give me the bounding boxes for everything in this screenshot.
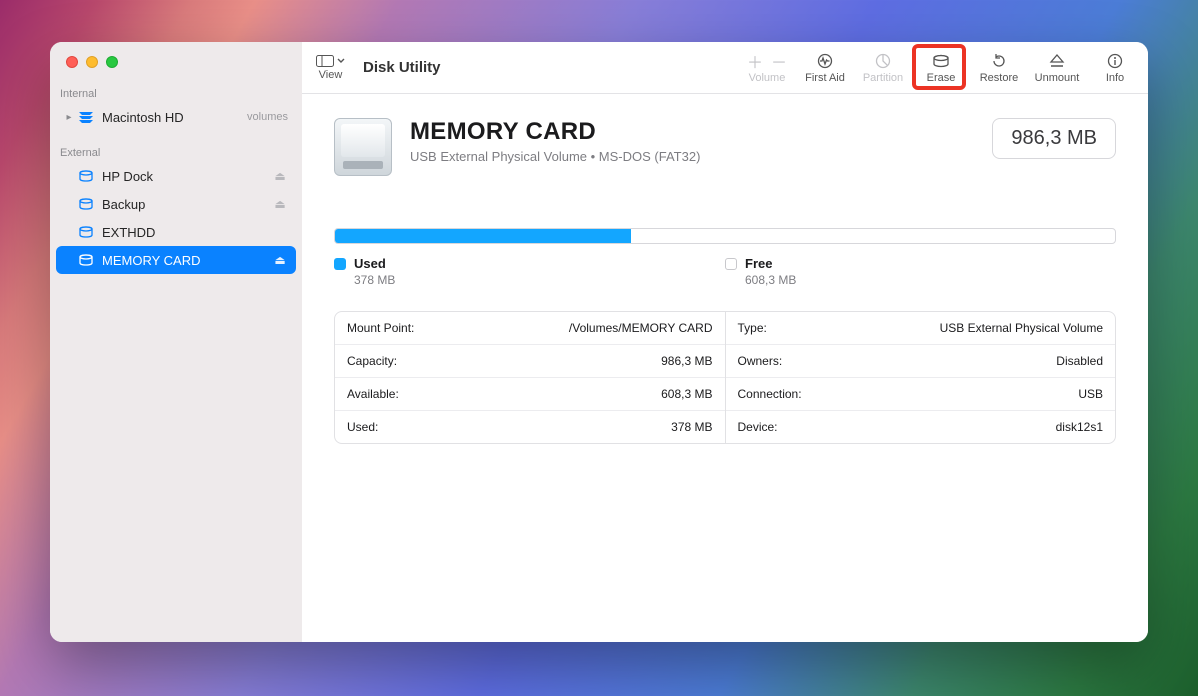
toolbar: View Disk Utility ＋ － Volume First Aid — [302, 42, 1148, 94]
sidebar-item-hp-dock[interactable]: HP Dock⏏ — [56, 162, 296, 190]
content-area: MEMORY CARD USB External Physical Volume… — [302, 94, 1148, 642]
disclosure-triangle-icon[interactable]: ▸ — [62, 112, 76, 123]
external-disk-icon — [76, 168, 96, 184]
volume-stack-icon — [76, 109, 96, 125]
detail-row: Connection:USB — [726, 377, 1116, 410]
view-menu-button[interactable]: View — [316, 55, 345, 81]
sidebar-section-internal: Internal — [50, 82, 302, 103]
detail-row: Available:608,3 MB — [335, 377, 725, 410]
restore-icon — [991, 52, 1007, 70]
legend-used: Used 378 MB — [334, 256, 725, 287]
external-disk-icon — [76, 252, 96, 268]
free-swatch-icon — [725, 258, 737, 270]
unmount-button[interactable]: Unmount — [1034, 50, 1080, 86]
usage-bar-used — [335, 229, 631, 243]
volume-add-remove-button: ＋ － Volume — [744, 50, 790, 86]
detail-row: Used:378 MB — [335, 410, 725, 443]
eject-icon[interactable]: ⏏ — [272, 169, 288, 183]
details-table: Mount Point:/Volumes/MEMORY CARDCapacity… — [334, 311, 1116, 444]
plus-icon: ＋ — [747, 49, 763, 73]
detail-row: Capacity:986,3 MB — [335, 344, 725, 377]
detail-row: Type:USB External Physical Volume — [726, 312, 1116, 344]
minimize-window-button[interactable] — [86, 56, 98, 68]
partition-icon — [875, 52, 891, 70]
info-button[interactable]: Info — [1092, 50, 1138, 86]
disk-utility-window: Internal ▸ Macintosh HD volumes External… — [50, 42, 1148, 642]
sidebar-section-external: External — [50, 141, 302, 162]
sidebar: Internal ▸ Macintosh HD volumes External… — [50, 42, 302, 642]
external-disk-icon — [76, 224, 96, 240]
sidebar-item-label: Macintosh HD — [102, 110, 241, 125]
first-aid-icon — [816, 52, 834, 70]
volume-total-size: 986,3 MB — [992, 118, 1116, 159]
usage-bar — [334, 228, 1116, 244]
detail-row: Mount Point:/Volumes/MEMORY CARD — [335, 312, 725, 344]
info-icon — [1107, 52, 1123, 70]
sidebar-item-subtitle: volumes — [247, 111, 288, 123]
window-controls — [50, 56, 302, 68]
sidebar-item-macintosh-hd[interactable]: ▸ Macintosh HD volumes — [56, 103, 296, 131]
volume-name: MEMORY CARD — [410, 118, 700, 146]
sidebar-item-backup[interactable]: Backup⏏ — [56, 190, 296, 218]
volume-subtitle: USB External Physical Volume • MS-DOS (F… — [410, 149, 700, 164]
eject-icon[interactable]: ⏏ — [272, 197, 288, 211]
erase-icon — [931, 52, 951, 70]
sidebar-item-exthdd[interactable]: EXTHDD — [56, 218, 296, 246]
partition-button: Partition — [860, 50, 906, 86]
external-disk-icon — [76, 196, 96, 212]
detail-row: Device:disk12s1 — [726, 410, 1116, 443]
detail-row: Owners:Disabled — [726, 344, 1116, 377]
sidebar-item-memory-card[interactable]: MEMORY CARD⏏ — [56, 246, 296, 274]
chevron-down-icon — [337, 58, 345, 64]
sidebar-item-label: MEMORY CARD — [102, 253, 272, 268]
sidebar-item-label: EXTHDD — [102, 225, 288, 240]
minus-icon: － — [771, 49, 787, 73]
sidebar-item-label: HP Dock — [102, 169, 272, 184]
used-swatch-icon — [334, 258, 346, 270]
unmount-icon — [1049, 52, 1065, 70]
legend-free: Free 608,3 MB — [725, 256, 1116, 287]
drive-icon — [334, 118, 392, 176]
eject-icon[interactable]: ⏏ — [272, 253, 288, 267]
sidebar-item-label: Backup — [102, 197, 272, 212]
restore-button[interactable]: Restore — [976, 50, 1022, 86]
zoom-window-button[interactable] — [106, 56, 118, 68]
window-title: Disk Utility — [363, 59, 441, 76]
main-panel: View Disk Utility ＋ － Volume First Aid — [302, 42, 1148, 642]
toolbar-actions: ＋ － Volume First Aid Partition — [744, 50, 1138, 86]
first-aid-button[interactable]: First Aid — [802, 50, 848, 86]
sidebar-layout-icon — [316, 55, 334, 67]
close-window-button[interactable] — [66, 56, 78, 68]
erase-button[interactable]: Erase — [918, 50, 964, 86]
